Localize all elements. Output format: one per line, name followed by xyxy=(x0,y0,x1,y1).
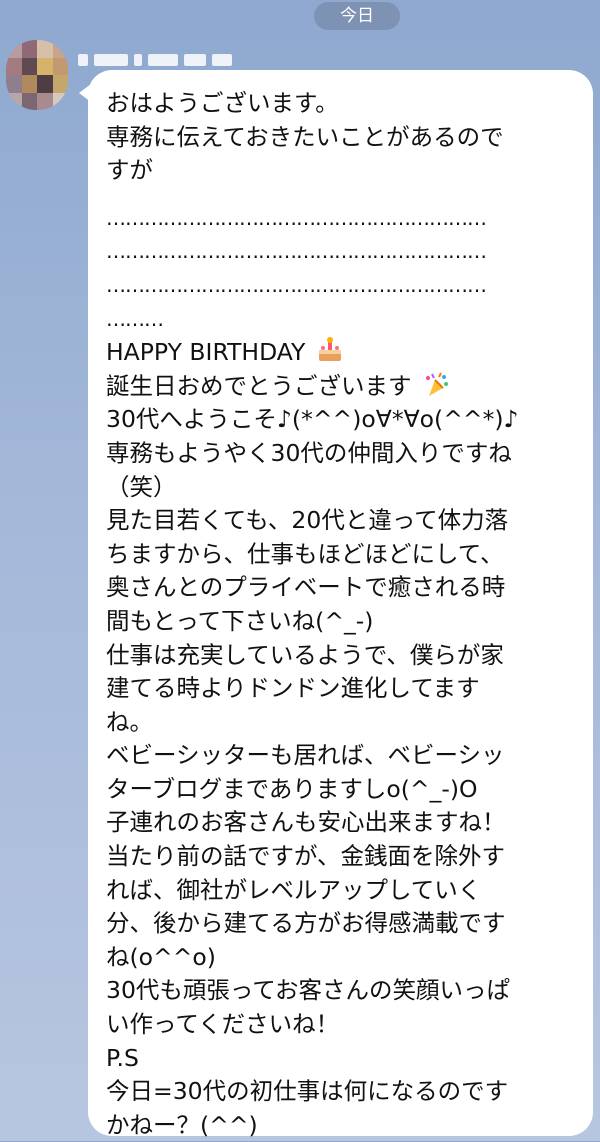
message-dots-line: ……… xyxy=(106,306,164,331)
sender-avatar[interactable] xyxy=(6,40,68,110)
message-line: 今日=30代の初仕事は何になるのです xyxy=(106,1077,509,1106)
message-line: 奥さんとのプライベートで癒される時 xyxy=(106,573,506,602)
message-line: ベビーシッターも居れば、ベビーシッ xyxy=(106,741,505,770)
message-line: 見た目若くても、20代と違って体力落 xyxy=(106,506,509,535)
birthday-cake-icon xyxy=(318,337,341,362)
message-line: 分、後から建てる方がお得感満載です xyxy=(106,909,506,938)
message-dots-line: …………………………………………………… xyxy=(106,239,487,264)
message-line: ね(o^^o) xyxy=(106,942,216,971)
message-line: 30代へようこそ♪(*^^)o∀*∀o(^^*)♪ xyxy=(106,405,519,434)
date-separator-chip: 今日 xyxy=(314,2,400,30)
message-line: 仕事は充実しているようで、僕らが家 xyxy=(106,640,504,669)
message-dots-line: …………………………………………………… xyxy=(106,272,487,297)
message-line: れば、御社がレベルアップしていく xyxy=(106,875,482,904)
message-line: 建てる時よりドンドン進化してます xyxy=(106,674,480,703)
message-line: 30代も頑張ってお客さんの笑顔いっぱ xyxy=(106,976,511,1005)
message-line: 子連れのお客さんも安心出来ますね！ xyxy=(106,808,506,837)
message-line: 専務に伝えておきたいことがあるので xyxy=(106,122,504,151)
message-line-with-emoji: HAPPY BIRTHDAY xyxy=(106,336,579,370)
message-line: すが xyxy=(106,156,153,185)
message-line: おはようございます。 xyxy=(106,89,339,117)
message-line: 当たり前の話ですが、金銭面を除外す xyxy=(106,842,506,871)
message-line: ね。 xyxy=(106,707,153,736)
message-bubble[interactable]: おはようございます。 専務に伝えておきたいことがあるので すが ……………………… xyxy=(79,70,593,1139)
message-line: い作ってくださいね！ xyxy=(106,1010,340,1039)
party-popper-icon xyxy=(425,372,448,396)
message-line: P.S xyxy=(106,1043,139,1072)
message-line-text: HAPPY BIRTHDAY xyxy=(106,338,306,367)
message-line: 間もとって下さいね(^_-) xyxy=(106,606,374,635)
message-line: 専務もようやく30代の仲間入りですね xyxy=(106,438,512,467)
message-line: ターブログまでありますしo(^_-)O xyxy=(106,774,478,803)
message-line-with-emoji: 誕生日おめでとうございます xyxy=(106,370,579,404)
message-line-text: 誕生日おめでとうございます xyxy=(106,371,412,400)
message-line: ちますから、仕事もほどほどにして、 xyxy=(106,539,504,568)
message-line: （笑） xyxy=(106,472,177,501)
message-dots-line: …………………………………………………… xyxy=(106,205,487,230)
message-line: かねー？(^^) xyxy=(106,1110,258,1139)
